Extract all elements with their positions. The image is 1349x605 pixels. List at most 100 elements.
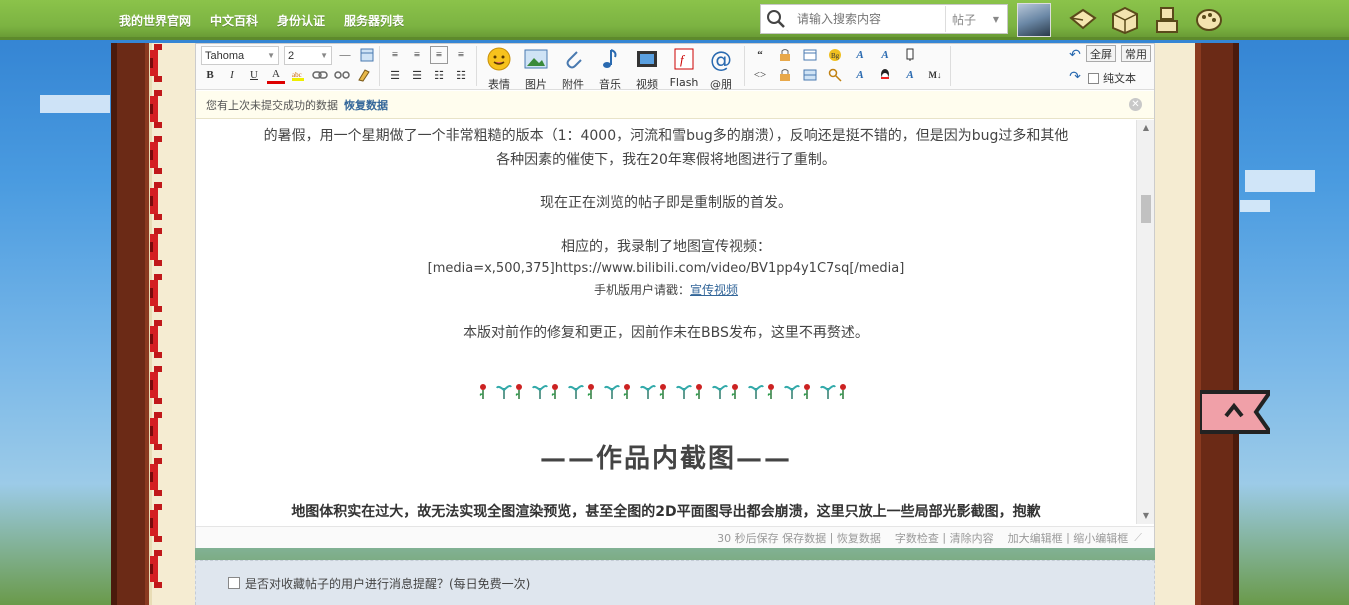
toolbar-separator <box>744 46 745 86</box>
save-data-link[interactable]: 保存数据 <box>782 530 826 546</box>
clear-content-link[interactable]: 清除内容 <box>950 530 994 546</box>
search-icon[interactable] <box>761 5 791 33</box>
align-left-icon[interactable]: ≡ <box>386 46 404 64</box>
font-style-icon[interactable]: A <box>851 66 869 84</box>
at-icon: @ <box>710 48 732 73</box>
search-scope-label: 帖子 <box>952 12 977 27</box>
close-icon[interactable]: ✕ <box>1129 98 1142 111</box>
search-scope-select[interactable]: 帖子 ▼ <box>945 6 1005 32</box>
plain-text-checkbox[interactable] <box>1088 72 1099 84</box>
align-justify-icon[interactable]: ≡ <box>430 46 448 64</box>
subscript-icon[interactable]: A <box>901 66 919 84</box>
undo-icon[interactable]: ↶ <box>1066 46 1084 64</box>
clear-format-icon[interactable] <box>355 66 373 84</box>
bold-button[interactable]: B <box>201 66 219 84</box>
palette-icon[interactable] <box>1194 6 1224 34</box>
shrink-editor-link[interactable]: 缩小编辑框 <box>1073 530 1128 546</box>
mobile-prefix: 手机版用户请戳： <box>593 283 690 297</box>
font-effect-icon[interactable]: A <box>851 46 869 64</box>
redo-icon[interactable]: ↷ <box>1066 68 1084 86</box>
search-input[interactable] <box>791 8 941 30</box>
nav-link-servers[interactable]: 服务器列表 <box>344 12 404 29</box>
editor-scrollbar[interactable]: ▲ ▼ <box>1136 120 1154 524</box>
favorite-notify-option[interactable]: 是否对收藏帖子的用户进行消息提醒？(每日免费一次) <box>195 560 1155 605</box>
nav-link-verify[interactable]: 身份认证 <box>277 12 325 29</box>
restore-data-link[interactable]: 恢复数据 <box>344 97 388 113</box>
rose-icon <box>621 382 639 400</box>
qq-icon[interactable] <box>876 66 894 84</box>
rose-icon <box>693 382 711 400</box>
horizontal-rule-icon[interactable]: — <box>336 46 354 64</box>
font-family-select[interactable]: Tahoma ▼ <box>201 46 279 65</box>
lock-icon[interactable] <box>776 46 794 64</box>
rose-icon <box>549 382 567 400</box>
restore-data-link[interactable]: 恢复数据 <box>837 530 881 546</box>
code-icon[interactable]: <> <box>751 66 769 84</box>
quote-icon[interactable]: “ <box>751 46 769 64</box>
music-button[interactable]: 音乐 <box>592 44 628 91</box>
rose-icon <box>801 382 819 400</box>
superscript-icon[interactable]: A <box>876 46 894 64</box>
ribbon-icon <box>150 182 166 220</box>
video-label: 视频 <box>636 78 658 91</box>
table-insert-icon[interactable] <box>801 66 819 84</box>
table-icon[interactable] <box>358 46 376 64</box>
ordered-list-icon[interactable]: ☷ <box>430 66 448 84</box>
common-mode-button[interactable]: 常用 <box>1121 45 1151 62</box>
sprout-icon <box>639 382 657 400</box>
image-button[interactable]: 图片 <box>518 44 554 91</box>
unordered-list-icon[interactable]: ☷ <box>452 66 470 84</box>
emoji-button[interactable]: 表情 <box>481 44 517 91</box>
font-size-select[interactable]: 2 ▼ <box>284 46 332 65</box>
font-color-button[interactable]: A <box>267 66 285 84</box>
nav-link-wiki[interactable]: 中文百科 <box>210 12 258 29</box>
attachment-button[interactable]: 附件 <box>555 44 591 91</box>
hide-icon[interactable] <box>776 66 794 84</box>
align-center-icon[interactable]: ≡ <box>408 46 426 64</box>
video-button[interactable]: 视频 <box>629 44 665 91</box>
content-paragraph: 地图体积实在过大，故无法实现全图渲染预览，甚至全图的2D平面图导出都会崩溃，这里… <box>291 504 1041 520</box>
key-icon[interactable] <box>826 66 844 84</box>
user-icon[interactable] <box>1152 6 1182 34</box>
ribbon-icon <box>150 458 166 496</box>
flash-button[interactable]: f Flash <box>666 44 702 89</box>
link-icon[interactable] <box>311 66 329 84</box>
pencil-icon[interactable] <box>901 46 919 64</box>
align-right-icon[interactable]: ≡ <box>452 46 470 64</box>
fullscreen-button[interactable]: 全屏 <box>1086 45 1116 62</box>
chevron-down-icon: ▼ <box>267 51 275 60</box>
cloud <box>1240 200 1270 212</box>
avatar[interactable] <box>1017 3 1051 37</box>
cloud <box>1245 170 1315 192</box>
resize-grip-icon[interactable]: ⟋ <box>1134 531 1142 545</box>
float-right-icon[interactable]: ☰ <box>408 66 426 84</box>
underline-button[interactable]: U <box>245 66 263 84</box>
scroll-down-icon[interactable]: ▼ <box>1137 508 1155 524</box>
window-icon[interactable] <box>801 46 819 64</box>
float-left-icon[interactable]: ☰ <box>386 66 404 84</box>
ribbon-icon <box>150 412 166 450</box>
flash-icon: f <box>674 48 694 70</box>
scroll-up-icon[interactable]: ▲ <box>1137 120 1155 136</box>
promo-video-link[interactable]: 宣传视频 <box>690 283 738 297</box>
mention-button[interactable]: @ @朋 <box>703 44 739 91</box>
enlarge-editor-link[interactable]: 加大编辑框 <box>1008 530 1063 546</box>
flower-divider <box>196 382 1136 402</box>
sprout-icon <box>675 382 693 400</box>
bookmark-tab-icon[interactable] <box>1200 386 1270 438</box>
unlink-icon[interactable] <box>333 66 351 84</box>
editor-content[interactable]: 的暑假，用一个星期做了一个非常粗糙的版本（1：4000，河流和雪bug多的崩溃）… <box>196 120 1136 524</box>
markdown-icon[interactable]: M↓ <box>926 66 944 84</box>
scrollbar-thumb[interactable] <box>1141 195 1151 223</box>
highlight-icon[interactable]: abc <box>289 66 307 84</box>
notify-checkbox[interactable] <box>228 577 240 589</box>
nav-link-official[interactable]: 我的世界官网 <box>119 12 191 29</box>
plain-text-toggle[interactable]: 纯文本 <box>1088 70 1136 86</box>
background-color-icon[interactable]: Bg <box>826 46 844 64</box>
word-count-link[interactable]: 字数检查 <box>895 530 939 546</box>
plain-text-label: 纯文本 <box>1103 72 1136 85</box>
mail-icon[interactable] <box>1068 6 1098 34</box>
italic-button[interactable]: I <box>223 66 241 84</box>
crate-icon[interactable] <box>1110 6 1140 34</box>
film-icon <box>637 51 657 67</box>
